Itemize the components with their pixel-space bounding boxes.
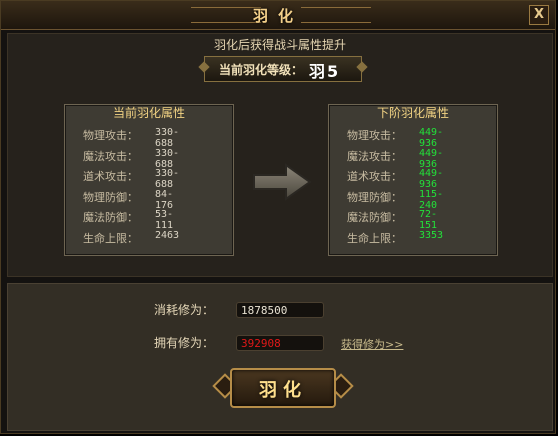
stat-label: 生命上限： xyxy=(347,231,402,245)
consume-value: 1878500 xyxy=(236,302,324,318)
next-stats-box: 下阶羽化属性 物理攻击： 449-936 魔法攻击： 449-936 道术攻击： 44… xyxy=(328,104,498,256)
level-plate: 当前羽化等级： 羽5 xyxy=(204,56,362,82)
stat-label: 魔法攻击： xyxy=(347,149,402,163)
own-value: 392908 xyxy=(236,335,324,351)
attribute-panel: 羽化后获得战斗属性提升 当前羽化等级： 羽5 当前羽化属性 物理攻击： 330-6… xyxy=(7,33,553,277)
yuhua-button[interactable]: 羽化 xyxy=(230,368,336,408)
close-button[interactable]: X xyxy=(529,5,549,25)
stat-value: 2463 xyxy=(155,229,180,241)
stat-label: 物理攻击： xyxy=(83,129,138,142)
stat-value: 53-111 xyxy=(155,209,174,231)
stat-label: 魔法攻击： xyxy=(83,149,138,163)
stat-value: 115-240 xyxy=(419,188,444,211)
stat-label: 物理防御： xyxy=(347,190,402,204)
stat-value: 84-176 xyxy=(155,188,174,211)
stat-label: 物理防御： xyxy=(83,190,138,204)
panel-subtitle: 羽化后获得战斗属性提升 xyxy=(213,38,346,52)
get-cultivation-link[interactable]: 获得修为>> xyxy=(341,336,403,352)
yuhua-window: 羽化 X 羽化后获得战斗属性提升 当前羽化等级： 羽5 当前羽化属性 物理攻击：… xyxy=(0,0,556,434)
yuhua-button-label: 羽化 xyxy=(259,380,307,401)
stat-label: 道术攻击： xyxy=(347,170,402,183)
own-label: 拥有修为： xyxy=(154,336,215,350)
current-stats-box: 当前羽化属性 物理攻击： 330-688 魔法攻击： 330-688 道术攻击： 33… xyxy=(64,104,234,256)
arrow-right-icon xyxy=(253,163,312,201)
stat-value: 3353 xyxy=(419,229,444,241)
consume-label: 消耗修为： xyxy=(154,303,215,317)
current-stats-title: 当前羽化属性 xyxy=(112,106,185,120)
stat-label: 魔法防御： xyxy=(347,211,402,224)
window-title: 羽化 xyxy=(252,7,303,25)
stat-label: 生命上限： xyxy=(83,231,138,245)
level-value: 羽5 xyxy=(309,62,341,81)
stat-value: 330-688 xyxy=(155,168,180,190)
next-stats-title: 下阶羽化属性 xyxy=(376,106,449,120)
stat-label: 魔法防御： xyxy=(83,211,138,224)
stat-value: 449-936 xyxy=(419,127,444,149)
stat-value: 449-936 xyxy=(419,168,444,190)
title-bar: 羽化 X xyxy=(1,1,555,30)
stat-label: 道术攻击： xyxy=(83,170,138,183)
stat-value: 330-688 xyxy=(155,127,180,149)
cost-panel: 消耗修为： 1878500 拥有修为： 392908 获得修为>> 羽化 xyxy=(7,283,553,431)
stat-value: 330-688 xyxy=(155,147,180,170)
stat-value: 72-151 xyxy=(419,209,438,231)
stat-value: 449-936 xyxy=(419,147,444,170)
level-label: 当前羽化等级： xyxy=(219,63,304,77)
stat-label: 物理攻击： xyxy=(347,129,402,142)
